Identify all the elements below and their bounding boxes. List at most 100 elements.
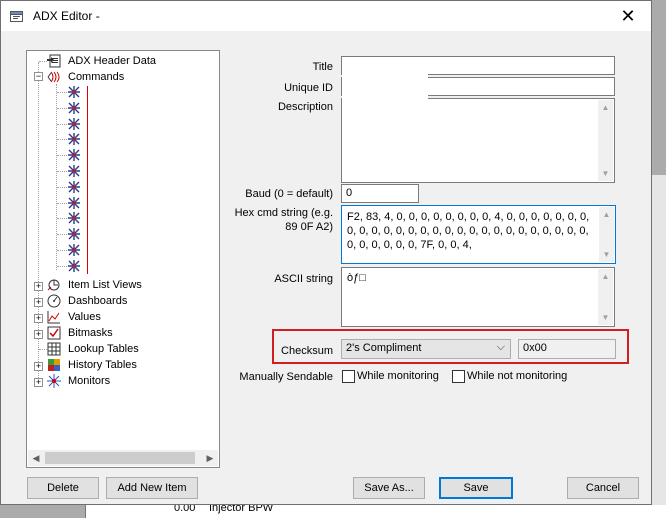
tree-connector bbox=[57, 202, 67, 204]
while-monitoring-label[interactable]: While monitoring bbox=[357, 370, 439, 382]
tree-connector bbox=[57, 139, 67, 141]
while-monitoring-checkbox[interactable] bbox=[342, 370, 355, 383]
history-tables-expand-toggle[interactable]: + bbox=[34, 362, 43, 371]
command-icon[interactable] bbox=[68, 86, 80, 98]
background-window-strip bbox=[652, 175, 666, 518]
while-not-monitoring-label[interactable]: While not monitoring bbox=[467, 370, 567, 382]
bitmasks-expand-toggle[interactable]: + bbox=[34, 330, 43, 339]
tree-connector bbox=[57, 186, 67, 188]
ascii-field[interactable]: òƒ□ ▲ ▼ bbox=[341, 267, 615, 327]
dashboards-expand-toggle[interactable]: + bbox=[34, 298, 43, 307]
scroll-thumb[interactable] bbox=[45, 452, 195, 464]
save-button[interactable]: Save bbox=[439, 477, 513, 499]
hex-scrollbar[interactable]: ▲ ▼ bbox=[599, 207, 614, 262]
tree-item-lookup-tables[interactable]: Lookup Tables bbox=[47, 341, 217, 357]
scroll-up-arrow-icon[interactable]: ▲ bbox=[599, 207, 614, 222]
tree-item-values[interactable]: Values bbox=[47, 309, 217, 325]
command-icon[interactable] bbox=[68, 244, 80, 256]
tree-item-commands[interactable]: Commands bbox=[47, 69, 217, 85]
commands-icon bbox=[47, 71, 60, 83]
description-scrollbar[interactable]: ▲ ▼ bbox=[598, 100, 613, 181]
tree-commands-line bbox=[56, 84, 57, 270]
selection-marker bbox=[87, 86, 88, 274]
add-new-item-button[interactable]: Add New Item bbox=[106, 477, 198, 499]
monitor-star-icon bbox=[47, 374, 61, 388]
checksum-label: Checksum bbox=[281, 345, 333, 357]
item-list-views-expand-toggle[interactable]: + bbox=[34, 282, 43, 291]
bitmask-check-icon bbox=[47, 326, 61, 340]
scroll-left-arrow-icon[interactable]: ◀ bbox=[28, 450, 44, 466]
redaction-patch bbox=[342, 73, 428, 97]
background-window-row: 0.00 Injector BPW bbox=[85, 502, 666, 518]
header-data-icon bbox=[47, 54, 61, 68]
ascii-label: ASCII string bbox=[274, 273, 333, 285]
chevron-down-icon: ⌵ bbox=[496, 341, 505, 353]
values-expand-toggle[interactable]: + bbox=[34, 314, 43, 323]
description-label: Description bbox=[277, 101, 333, 113]
command-icon[interactable] bbox=[68, 101, 80, 114]
command-icon[interactable] bbox=[68, 196, 80, 209]
tree-connector bbox=[57, 107, 67, 109]
ascii-scrollbar[interactable]: ▲ ▼ bbox=[598, 269, 613, 325]
tree-item-header-data[interactable]: ADX Header Data bbox=[47, 53, 217, 69]
window-title: ADX Editor - bbox=[33, 9, 100, 23]
command-icon[interactable] bbox=[68, 117, 80, 130]
command-icon[interactable] bbox=[68, 212, 80, 225]
cancel-button[interactable]: Cancel bbox=[567, 477, 639, 499]
tree-item-history-tables[interactable]: History Tables bbox=[47, 357, 217, 373]
command-icon[interactable] bbox=[68, 228, 80, 241]
item-list-views-icon bbox=[47, 279, 60, 291]
manually-sendable-label: Manually Sendable bbox=[239, 371, 333, 383]
delete-button[interactable]: Delete bbox=[27, 477, 99, 499]
command-icon[interactable] bbox=[68, 149, 80, 162]
hex-label-line1: Hex cmd string (e.g. bbox=[234, 207, 333, 219]
tree-item-dashboards[interactable]: Dashboards bbox=[47, 293, 217, 309]
while-not-monitoring-checkbox[interactable] bbox=[452, 370, 465, 383]
values-chart-icon bbox=[47, 311, 60, 324]
scroll-down-arrow-icon[interactable]: ▼ bbox=[598, 166, 613, 181]
app-icon bbox=[10, 11, 23, 22]
tree-item-bitmasks[interactable]: Bitmasks bbox=[47, 325, 217, 341]
close-icon: ✕ bbox=[620, 6, 636, 26]
checksum-dropdown[interactable]: 2's Compliment ⌵ bbox=[341, 339, 511, 359]
tree-connector bbox=[57, 123, 67, 125]
tree-connector bbox=[57, 155, 67, 157]
unique-id-label: Unique ID bbox=[284, 82, 333, 94]
command-icon[interactable] bbox=[68, 259, 80, 272]
baud-field[interactable]: 0 bbox=[341, 184, 419, 203]
tree-connector bbox=[39, 349, 47, 350]
tree-connector bbox=[57, 250, 67, 251]
adx-editor-dialog: ADX Editor - ✕ ADX Header Data − Command… bbox=[0, 0, 652, 505]
close-button[interactable]: ✕ bbox=[611, 3, 645, 29]
scroll-down-arrow-icon[interactable]: ▼ bbox=[598, 310, 613, 325]
monitors-expand-toggle[interactable]: + bbox=[34, 378, 43, 387]
tree-connector bbox=[57, 171, 67, 172]
scroll-up-arrow-icon[interactable]: ▲ bbox=[598, 100, 613, 115]
history-table-icon bbox=[48, 359, 60, 371]
tree-item-monitors[interactable]: Monitors bbox=[47, 373, 217, 389]
scroll-up-arrow-icon[interactable]: ▲ bbox=[598, 269, 613, 284]
tree-horizontal-scrollbar[interactable]: ◀ ▶ bbox=[28, 450, 218, 466]
tree-item-item-list-views[interactable]: Item List Views bbox=[47, 277, 217, 293]
item-tree[interactable]: ADX Header Data − Commands + Item List V… bbox=[26, 50, 220, 468]
title-label: Title bbox=[312, 61, 333, 73]
tree-connector bbox=[39, 61, 47, 62]
tree-connector bbox=[57, 234, 67, 236]
save-as-button[interactable]: Save As... bbox=[353, 477, 425, 499]
checksum-value-field: 0x00 bbox=[518, 339, 616, 359]
command-icon[interactable] bbox=[68, 165, 80, 177]
description-field[interactable]: ▲ ▼ bbox=[341, 98, 615, 183]
tree-connector bbox=[57, 92, 67, 93]
command-icon[interactable] bbox=[68, 133, 80, 146]
command-icon[interactable] bbox=[68, 180, 80, 193]
title-bar: ADX Editor - ✕ bbox=[1, 1, 651, 31]
tree-connector bbox=[57, 218, 67, 220]
hex-cmd-field[interactable]: F2, 83, 4, 0, 0, 0, 0, 0, 0, 0, 0, 4, 0,… bbox=[341, 205, 616, 264]
tree-connector bbox=[57, 265, 67, 267]
commands-collapse-toggle[interactable]: − bbox=[34, 72, 43, 81]
scroll-right-arrow-icon[interactable]: ▶ bbox=[202, 450, 218, 466]
redaction-patch bbox=[342, 97, 428, 105]
scroll-down-arrow-icon[interactable]: ▼ bbox=[599, 247, 614, 262]
baud-label: Baud (0 = default) bbox=[245, 188, 333, 200]
dashboard-gauge-icon bbox=[47, 294, 61, 308]
